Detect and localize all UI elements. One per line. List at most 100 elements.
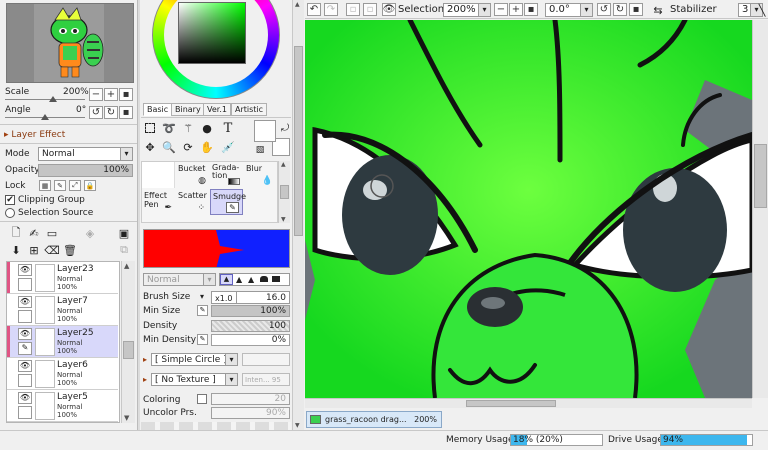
layer-edit-toggle[interactable]	[18, 374, 32, 387]
selection-visibility-toggle[interactable]: 👁	[382, 3, 396, 16]
layer-visibility-eye-icon[interactable]: 👁	[18, 360, 32, 372]
zoom-reset-button[interactable]: ▪	[119, 88, 133, 101]
scroll-down-icon[interactable]: ▼	[281, 216, 286, 223]
coloring-slider[interactable]: 20	[211, 393, 290, 405]
effect-pen-tool[interactable]: Effect Pen ✒	[142, 189, 175, 215]
bucket-tool[interactable]: Bucket ◍	[176, 162, 209, 188]
min-size-slider[interactable]: 100%	[211, 305, 290, 317]
layer-edit-toggle[interactable]	[18, 406, 32, 419]
layer-row[interactable]: 👁 Layer6 Normal 100%	[7, 358, 118, 390]
brush-texture-select[interactable]: [ No Texture ]	[151, 373, 238, 386]
document-tab[interactable]: grass_racoon drag... 200%	[306, 411, 442, 428]
scroll-up-icon[interactable]: ▲	[295, 1, 300, 8]
new-folder-icon[interactable]: ▭	[45, 226, 59, 240]
brush-shape-dome-icon[interactable]: ▲	[248, 275, 254, 284]
color-swatch-bar[interactable]	[143, 229, 290, 268]
undo-button[interactable]: ↶	[307, 3, 321, 16]
canvas-horizontal-scrollbar[interactable]	[305, 398, 752, 408]
layer-edit-toggle[interactable]	[18, 278, 32, 291]
canvas-horizontal-scroll-thumb[interactable]	[466, 400, 556, 407]
blur-tool[interactable]: Blur 💧	[244, 162, 277, 188]
smudge-tool[interactable]: Smudge ✎	[210, 189, 246, 215]
text-tool-icon[interactable]: T	[221, 121, 235, 136]
zoom-select[interactable]: 200%	[443, 3, 491, 17]
layer-visibility-eye-icon[interactable]: 👁	[18, 264, 32, 276]
navigator-preview[interactable]	[6, 3, 134, 83]
saturation-value-square[interactable]	[178, 2, 246, 64]
layer-panel-menu-icon[interactable]: ▣	[117, 226, 131, 240]
brush-size-dropdown-icon[interactable]: ▾	[200, 292, 204, 301]
brush-blend-mode-select[interactable]: Normal	[143, 273, 216, 286]
left-panel-splitter[interactable]	[137, 0, 140, 430]
layer-visibility-eye-icon[interactable]: 👁	[18, 328, 32, 340]
eyedropper-icon[interactable]: 💉	[221, 140, 235, 154]
brush-size-multiplier[interactable]: x1.0	[211, 291, 237, 304]
rotate-right-button[interactable]: ↻	[104, 106, 118, 119]
rotation-select[interactable]: 0.0°	[545, 3, 593, 17]
brush-tool-empty-slot[interactable]	[142, 162, 175, 188]
tool-panel-scrollbar[interactable]: ▲ ▼	[292, 0, 304, 430]
delete-layer-icon[interactable]: 🗑	[63, 243, 77, 257]
lock-move-icon[interactable]: ⤢	[69, 180, 81, 191]
toolbar-rotate-left-button[interactable]: ↺	[597, 3, 611, 16]
layer-mode-select[interactable]: Normal	[38, 147, 133, 161]
magic-wand-icon[interactable]: ⚚	[181, 121, 195, 135]
layer-list-scrollbar[interactable]: ▲ ▼	[121, 261, 135, 423]
lock-brush-icon[interactable]: ✎	[54, 180, 66, 191]
min-size-pressure-icon[interactable]: ✎	[197, 305, 208, 316]
color-tab-binary[interactable]: Binary	[171, 103, 205, 116]
coloring-checkbox[interactable]	[197, 394, 207, 404]
layer-effect-title[interactable]: ▸ Layer Effect	[4, 130, 65, 140]
lock-all-icon[interactable]: 🔒	[84, 180, 96, 191]
clear-layer-icon[interactable]: ⌫	[44, 243, 60, 257]
scroll-down-icon[interactable]: ▼	[124, 414, 129, 422]
layer-visibility-eye-icon[interactable]: 👁	[18, 392, 32, 404]
layer-visibility-eye-icon[interactable]: 👁	[18, 296, 32, 308]
brush-tools-scrollbar[interactable]: ▲ ▼	[278, 161, 290, 223]
scatter-tool[interactable]: Scatter ⁘	[176, 189, 209, 215]
scroll-up-icon[interactable]: ▲	[281, 161, 286, 168]
zoom-in-button[interactable]: +	[104, 88, 118, 101]
deselect-button[interactable]: ▫	[346, 3, 360, 16]
color-tab-basic[interactable]: Basic	[143, 103, 173, 116]
toolbar-rotate-right-button[interactable]: ↻	[613, 3, 627, 16]
tool-panel-scroll-thumb[interactable]	[294, 46, 303, 236]
toolbar-zoom-in-button[interactable]: +	[509, 3, 523, 16]
brush-shape-triangle-icon[interactable]: ▲	[220, 274, 233, 285]
rotate-tool-icon[interactable]: ⟳	[181, 140, 195, 154]
density-slider[interactable]: 100	[211, 320, 290, 332]
zoom-out-button[interactable]: −	[89, 88, 103, 101]
hand-tool-icon[interactable]: ✋	[200, 140, 214, 154]
toolbar-rotate-reset-button[interactable]: ▪	[629, 3, 643, 16]
merge-down-icon[interactable]: ⊞	[27, 243, 41, 257]
layer-row[interactable]: 👁 Layer23 Normal 100%	[7, 262, 118, 294]
zoom-tool-icon[interactable]: 🔍	[162, 140, 176, 154]
layer-edit-toggle[interactable]	[18, 310, 32, 323]
rotate-left-button[interactable]: ↺	[89, 106, 103, 119]
selection-source-checkbox[interactable]	[5, 208, 15, 218]
min-density-slider[interactable]: 0%	[211, 334, 290, 346]
angle-slider-handle[interactable]	[41, 114, 49, 120]
opacity-slider[interactable]: 100%	[38, 164, 133, 177]
transfer-down-icon[interactable]: ⬇	[9, 243, 23, 257]
rotate-reset-button[interactable]: ▪	[119, 106, 133, 119]
invert-selection-button[interactable]: ▫	[363, 3, 377, 16]
brush-shape-round-icon[interactable]: ▲	[236, 275, 242, 284]
lasso-icon[interactable]: ➰	[162, 121, 176, 135]
redo-button[interactable]: ↷	[324, 3, 338, 16]
gradation-tool[interactable]: Grada- tion	[210, 162, 243, 188]
min-density-pressure-icon[interactable]: ✎	[197, 334, 208, 345]
color-tab-artistic[interactable]: Artistic	[231, 103, 268, 116]
brush-shape-flat-icon[interactable]	[260, 276, 268, 282]
swap-colors-icon[interactable]: ⤾	[278, 121, 292, 135]
layer-edit-toggle[interactable]: ✎	[18, 342, 32, 355]
scroll-up-icon[interactable]: ▲	[124, 262, 129, 270]
new-layer-icon[interactable]: 🗋	[9, 226, 23, 240]
shape-expand-icon[interactable]: ▸	[143, 355, 147, 364]
scroll-down-icon[interactable]: ▼	[295, 422, 300, 429]
layer-row[interactable]: 👁 Layer7 Normal 100%	[7, 294, 118, 326]
brush-size-input[interactable]: 16.0	[236, 291, 290, 304]
canvas[interactable]	[305, 20, 752, 398]
texture-expand-icon[interactable]: ▸	[143, 375, 147, 384]
rect-select-icon[interactable]	[143, 121, 157, 135]
